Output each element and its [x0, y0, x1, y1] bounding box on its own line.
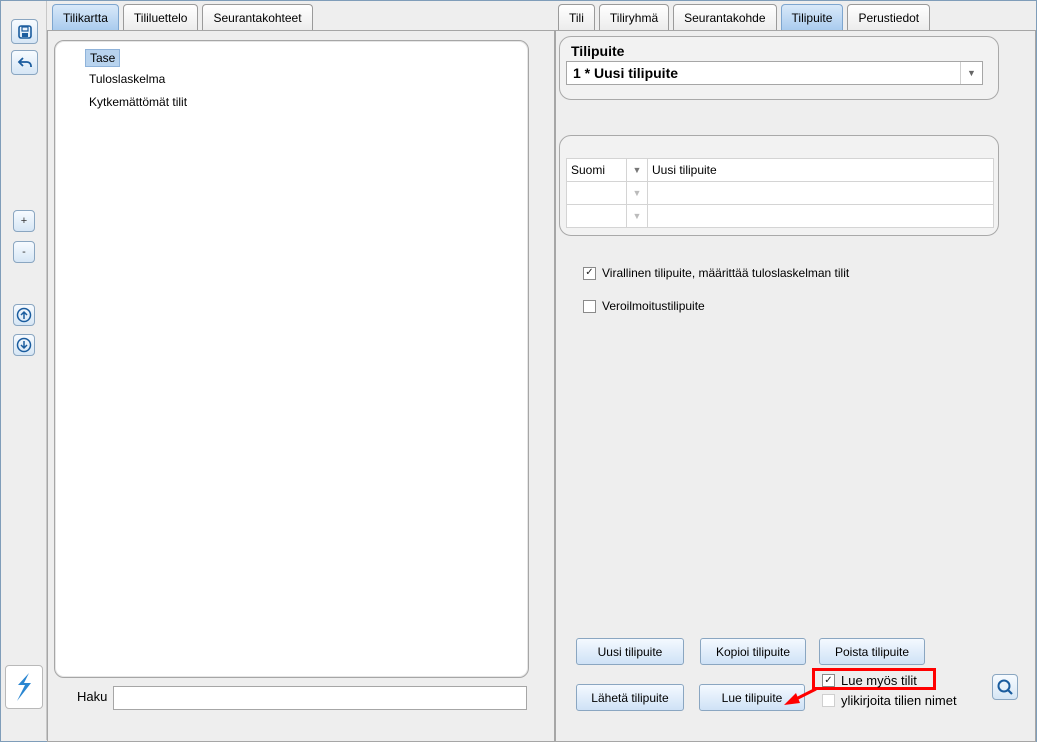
- tilipuite-select-value: 1 * Uusi tilipuite: [573, 65, 679, 81]
- language-cell[interactable]: [566, 181, 627, 205]
- table-row: ▼: [566, 204, 994, 228]
- read-accounts-label: Lue myös tilit: [841, 673, 917, 688]
- account-tree[interactable]: Tase Tuloslaskelma Kytkemättömät tilit: [54, 40, 529, 678]
- language-cell[interactable]: Suomi: [566, 158, 627, 182]
- tab-seurantakohteet[interactable]: Seurantakohteet: [202, 4, 313, 30]
- name-cell[interactable]: Uusi tilipuite: [647, 158, 994, 182]
- names-grid: Suomi ▼ Uusi tilipuite ▼ ▼: [566, 158, 994, 228]
- move-down-button[interactable]: [13, 334, 35, 356]
- read-accounts-checkbox-row[interactable]: ✓ Lue myös tilit: [822, 673, 917, 688]
- tab-tiliryhma[interactable]: Tiliryhmä: [598, 4, 670, 30]
- new-tilipuite-button[interactable]: Uusi tilipuite: [576, 638, 684, 665]
- chevron-down-icon[interactable]: ▼: [626, 158, 648, 182]
- tab-tilipuite[interactable]: Tilipuite: [780, 4, 844, 30]
- minus-icon: -: [22, 246, 26, 258]
- tab-seurantakohde[interactable]: Seurantakohde: [673, 4, 777, 30]
- expand-button[interactable]: +: [13, 210, 35, 232]
- copy-tilipuite-button[interactable]: Kopioi tilipuite: [700, 638, 806, 665]
- move-up-button[interactable]: [13, 304, 35, 326]
- tax-checkbox[interactable]: [583, 299, 596, 313]
- names-group: Suomi ▼ Uusi tilipuite ▼ ▼: [559, 135, 999, 236]
- overwrite-names-label: ylikirjoita tilien nimet: [841, 693, 957, 708]
- chevron-down-icon[interactable]: ▼: [960, 62, 982, 84]
- search-input[interactable]: [113, 686, 527, 710]
- tilipuite-group: Tilipuite 1 * Uusi tilipuite ▼: [559, 36, 999, 100]
- tax-checkbox-row[interactable]: Veroilmoitustilipuite: [583, 299, 705, 313]
- search-button[interactable]: [992, 674, 1018, 700]
- official-checkbox[interactable]: ✓: [583, 266, 596, 280]
- overwrite-names-checkbox[interactable]: [822, 694, 835, 707]
- save-icon: [17, 24, 32, 39]
- official-checkbox-label: Virallinen tilipuite, määrittää tuloslas…: [602, 266, 850, 280]
- save-button[interactable]: [11, 19, 38, 44]
- tilipuite-title: Tilipuite: [571, 43, 625, 59]
- tab-tilikartta[interactable]: Tilikartta: [52, 4, 119, 30]
- send-tilipuite-button[interactable]: Lähetä tilipuite: [576, 684, 684, 711]
- read-accounts-checkbox[interactable]: ✓: [822, 674, 835, 687]
- search-label: Haku: [77, 689, 108, 704]
- tree-item-tase[interactable]: Tase: [85, 49, 121, 67]
- annotation-arrow-icon: [784, 687, 817, 705]
- undo-icon: [17, 56, 32, 67]
- collapse-button[interactable]: -: [13, 241, 35, 263]
- left-toolbar: + -: [1, 1, 47, 740]
- language-cell[interactable]: [566, 204, 627, 228]
- delete-tilipuite-button[interactable]: Poista tilipuite: [819, 638, 925, 665]
- left-tab-bar: Tilikartta Tililuettelo Seurantakohteet: [52, 4, 313, 30]
- chevron-down-icon[interactable]: ▼: [626, 204, 648, 228]
- name-cell[interactable]: [647, 204, 994, 228]
- overwrite-names-checkbox-row[interactable]: ylikirjoita tilien nimet: [822, 693, 957, 708]
- name-cell[interactable]: [647, 181, 994, 205]
- undo-button[interactable]: [11, 50, 38, 75]
- table-row: ▼: [566, 181, 994, 205]
- arrow-up-circle-icon: [16, 307, 32, 323]
- table-row: Suomi ▼ Uusi tilipuite: [566, 158, 994, 182]
- tab-tili[interactable]: Tili: [558, 4, 595, 30]
- tree-item-kytkemattomat[interactable]: Kytkemättömät tilit: [85, 93, 191, 111]
- app-logo-icon: [17, 673, 31, 701]
- official-checkbox-row[interactable]: ✓ Virallinen tilipuite, määrittää tulosl…: [583, 266, 849, 280]
- app-logo-button[interactable]: [5, 665, 43, 709]
- tax-checkbox-label: Veroilmoitustilipuite: [602, 299, 705, 313]
- arrow-down-circle-icon: [16, 337, 32, 353]
- plus-icon: +: [20, 215, 28, 227]
- right-tab-bar: Tili Tiliryhmä Seurantakohde Tilipuite P…: [558, 4, 931, 30]
- tab-perustiedot[interactable]: Perustiedot: [847, 4, 931, 30]
- chevron-down-icon[interactable]: ▼: [626, 181, 648, 205]
- tilipuite-select[interactable]: 1 * Uusi tilipuite ▼: [566, 61, 983, 85]
- magnifier-icon: [997, 679, 1013, 695]
- tree-item-tuloslaskelma[interactable]: Tuloslaskelma: [85, 70, 169, 88]
- tab-tililuettelo[interactable]: Tililuettelo: [122, 4, 199, 30]
